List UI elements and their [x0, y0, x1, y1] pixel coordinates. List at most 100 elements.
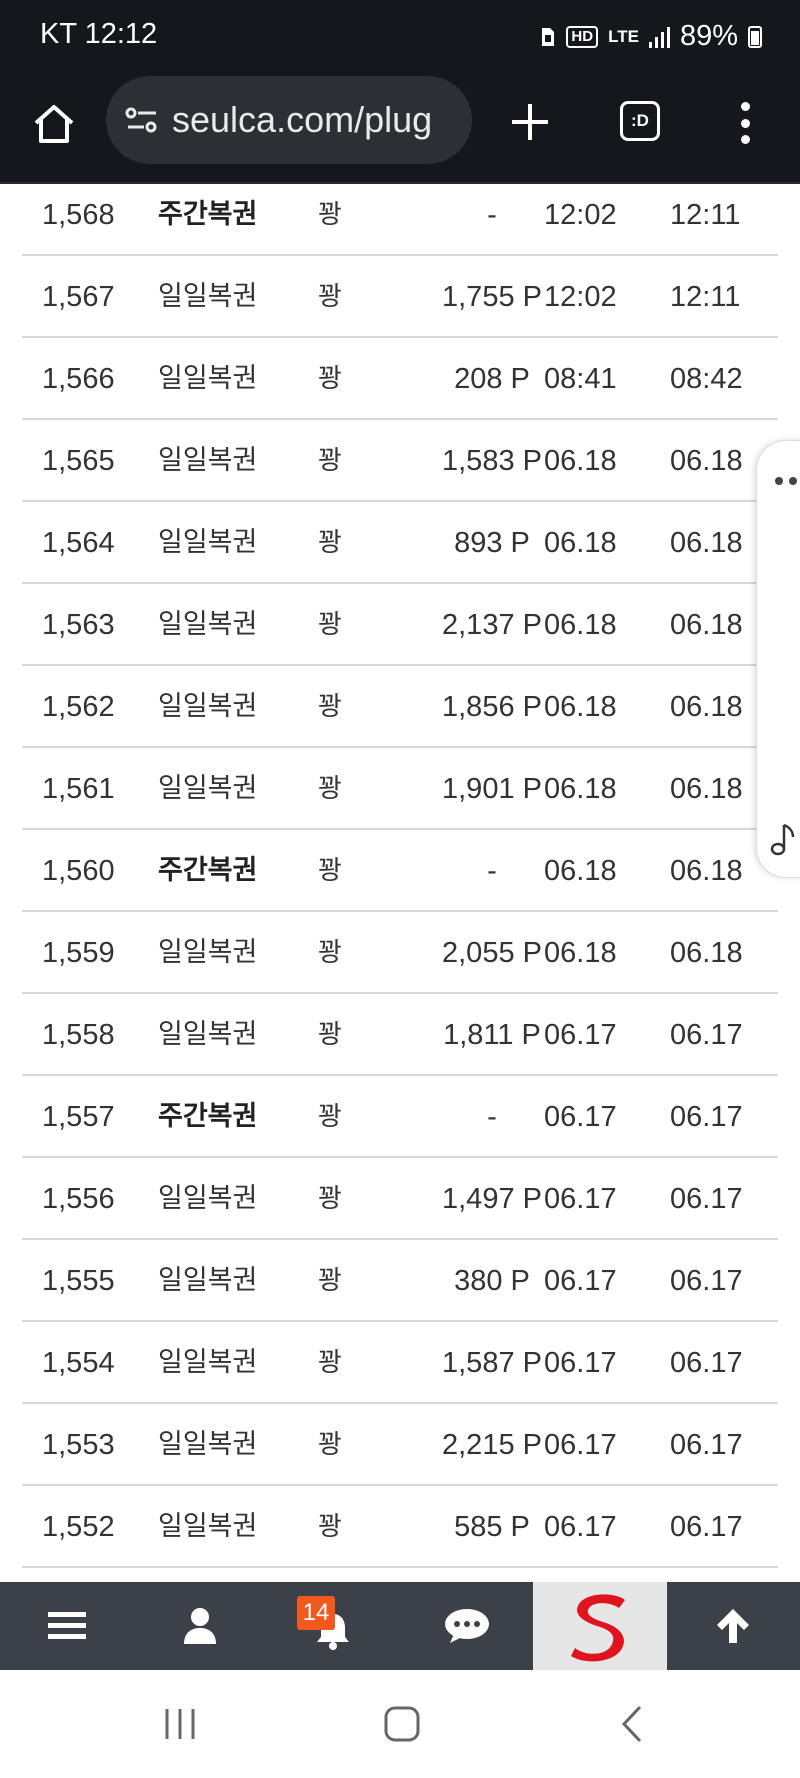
browser-toolbar: seulca.com/plug :D [0, 74, 800, 184]
result-text: 꽝 [318, 1266, 342, 1296]
signal-icon [648, 26, 670, 48]
row-number: 1,564 [42, 527, 115, 559]
draw-time: 06.17 [544, 1265, 617, 1297]
table-row: 1,559 일일복권 꽝 2,055 P 06.18 06.18 [22, 912, 778, 994]
result-text: 꽝 [318, 1184, 342, 1214]
draw-time: 06.18 [544, 773, 617, 805]
hd-voice-icon: HD [566, 25, 599, 48]
menu-dot-icon [740, 118, 750, 128]
nav-menu-button[interactable] [0, 1582, 133, 1670]
lottery-type: 일일복권 [158, 773, 258, 804]
menu-dot-icon [740, 135, 750, 144]
table-row: 1,560 주간복권 꽝 -06.18 06.18 [22, 830, 778, 912]
check-time: 06.17 [670, 1511, 743, 1543]
row-number: 1,554 [42, 1347, 115, 1379]
table-row: 1,557 주간복권 꽝 -06.17 06.17 [22, 1076, 778, 1158]
row-number: 1,568 [42, 199, 115, 231]
table-row: 1,553 일일복권 꽝 2,215 P 06.17 06.17 [22, 1404, 778, 1486]
row-number: 1,565 [42, 445, 115, 477]
table-row: 1,564 일일복권 꽝 893 P 06.18 06.18 [22, 502, 778, 584]
nav-chat-button[interactable] [400, 1582, 533, 1670]
tab-switcher-button[interactable]: :D [620, 101, 660, 141]
row-number: 1,552 [42, 1511, 115, 1543]
lottery-type: 일일복권 [158, 1511, 258, 1542]
result-text: 꽝 [318, 1430, 342, 1460]
android-home-button[interactable] [382, 1700, 422, 1748]
check-time: 06.17 [670, 1183, 743, 1215]
result-text: 꽝 [318, 282, 342, 312]
check-time: 12:11 [670, 199, 741, 231]
lottery-type: 주간복권 [158, 1101, 258, 1132]
music-note-icon[interactable] [769, 821, 799, 861]
table-row: 1,566 일일복권 꽝 208 P 08:41 08:42 [22, 338, 778, 420]
more-menu-button[interactable] [730, 98, 760, 148]
row-number: 1,563 [42, 609, 115, 641]
result-text: 꽝 [318, 856, 342, 886]
table-row: 1,562 일일복권 꽝 1,856 P 06.18 06.18 [22, 666, 778, 748]
check-time: 06.18 [670, 527, 743, 559]
lottery-type: 일일복권 [158, 281, 258, 312]
row-number: 1,561 [42, 773, 115, 805]
new-tab-button[interactable] [500, 92, 560, 152]
floating-side-panel[interactable] [756, 440, 800, 878]
recent-apps-button[interactable] [160, 1700, 200, 1748]
check-time: 06.17 [670, 1265, 743, 1297]
back-button[interactable] [612, 1700, 652, 1748]
check-time: 06.18 [670, 691, 743, 723]
row-number: 1,556 [42, 1183, 115, 1215]
address-bar[interactable]: seulca.com/plug [106, 76, 472, 164]
result-text: 꽝 [318, 1020, 342, 1050]
draw-time: 12:02 [544, 281, 617, 313]
check-time: 06.17 [670, 1101, 743, 1133]
home-button[interactable] [26, 96, 82, 152]
table-row: 1,565 일일복권 꽝 1,583 P 06.18 06.18 [22, 420, 778, 502]
check-time: 06.18 [670, 445, 743, 477]
row-number: 1,566 [42, 363, 115, 395]
lottery-type: 일일복권 [158, 937, 258, 968]
draw-time: 06.17 [544, 1101, 617, 1133]
check-time: 06.18 [670, 937, 743, 969]
result-text: 꽝 [318, 1102, 342, 1132]
row-number: 1,560 [42, 855, 115, 887]
nav-home-logo[interactable] [533, 1582, 667, 1670]
nav-profile-button[interactable] [133, 1582, 266, 1670]
check-time: 06.18 [670, 773, 743, 805]
site-settings-icon[interactable] [124, 100, 164, 140]
table-row: 1,555 일일복권 꽝 380 P 06.17 06.17 [22, 1240, 778, 1322]
draw-time: 06.17 [544, 1183, 617, 1215]
lottery-type: 일일복권 [158, 609, 258, 640]
result-text: 꽝 [318, 610, 342, 640]
draw-time: 06.18 [544, 609, 617, 641]
draw-time: 06.18 [544, 691, 617, 723]
nav-notifications-button[interactable]: 14 [267, 1582, 400, 1670]
panel-dots-icon[interactable] [775, 477, 797, 485]
check-time: 06.17 [670, 1429, 743, 1461]
user-icon [183, 1608, 216, 1644]
nav-scroll-top-button[interactable] [667, 1582, 800, 1670]
draw-time: 08:41 [544, 363, 617, 395]
result-text: 꽝 [318, 200, 342, 230]
check-time: 08:42 [670, 363, 743, 395]
status-bar: KT 12:12 HD LTE 89% [0, 0, 800, 74]
check-time: 06.17 [670, 1019, 743, 1051]
seulca-logo [565, 1591, 635, 1662]
result-text: 꽝 [318, 938, 342, 968]
lottery-type: 일일복권 [158, 1265, 258, 1296]
lottery-type: 일일복권 [158, 1183, 258, 1214]
sim-icon [542, 27, 555, 46]
carrier-time: KT 12:12 [40, 18, 158, 50]
battery-percent: 89% [679, 20, 738, 52]
table-row: 1,568 주간복권 꽝 -12:02 12:11 [22, 184, 778, 256]
draw-time: 06.17 [544, 1429, 617, 1461]
draw-time: 06.18 [544, 937, 617, 969]
table-row: 1,556 일일복권 꽝 1,497 P 06.17 06.17 [22, 1158, 778, 1240]
result-text: 꽝 [318, 1348, 342, 1378]
table-row: 1,554 일일복권 꽝 1,587 P 06.17 06.17 [22, 1322, 778, 1404]
lottery-type: 일일복권 [158, 1429, 258, 1460]
table-row: 1,563 일일복권 꽝 2,137 P 06.18 06.18 [22, 584, 778, 666]
recent-apps-icon [165, 1709, 195, 1739]
check-time: 06.18 [670, 855, 743, 887]
draw-time: 06.17 [544, 1511, 617, 1543]
battery-icon [748, 25, 762, 48]
result-text: 꽝 [318, 774, 342, 804]
